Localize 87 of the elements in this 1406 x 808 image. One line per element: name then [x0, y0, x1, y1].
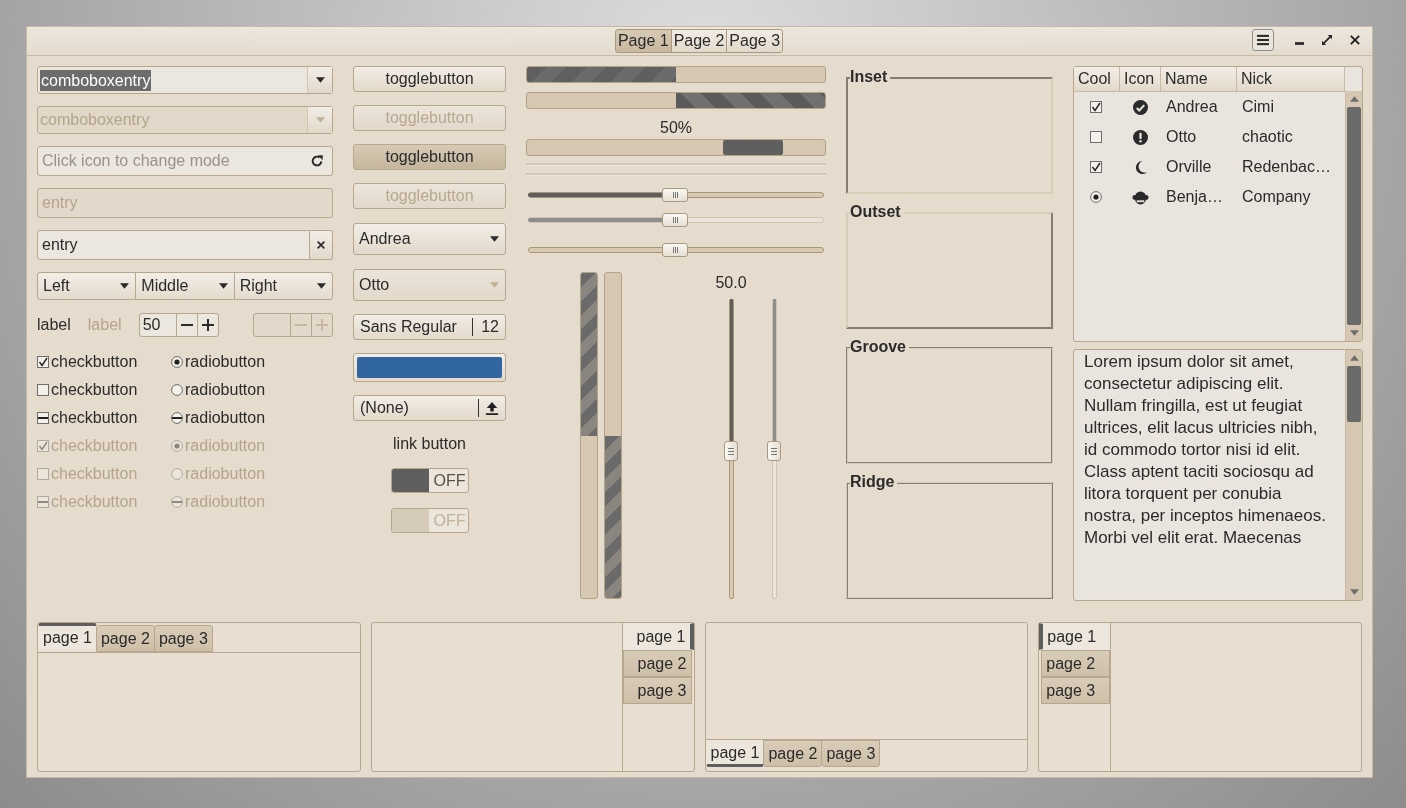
caret-icon: [317, 283, 326, 289]
combo-box[interactable]: Middle: [135, 272, 235, 300]
notebook-tab[interactable]: page 1: [1039, 623, 1111, 650]
caret-icon: [218, 283, 228, 289]
file-chooser-button[interactable]: (None): [353, 395, 506, 421]
combo-box-entry[interactable]: comboboxentry: [37, 66, 333, 94]
table-cell-text: Andrea: [1165, 97, 1219, 117]
label: label: [87, 316, 122, 334]
check-button[interactable]: checkbutton: [37, 348, 171, 376]
spin-button[interactable]: 50: [138, 313, 219, 337]
menu-button[interactable]: [1252, 29, 1274, 51]
stack-tab[interactable]: Page 2: [670, 29, 728, 53]
maximize-icon: [1322, 35, 1332, 45]
plus-icon: [201, 319, 214, 331]
entry-field[interactable]: entry: [37, 230, 310, 260]
arrow-down-icon: [1349, 589, 1359, 595]
arrow-up-icon: [1349, 355, 1359, 361]
scrollbar-thumb[interactable]: [1347, 107, 1361, 325]
notebook-tab[interactable]: page 3: [622, 677, 692, 704]
caret-icon: [315, 117, 325, 123]
combo-box[interactable]: Andrea: [353, 223, 506, 255]
radio-button[interactable]: radiobutton: [171, 348, 305, 376]
notebook-tab[interactable]: page 1: [705, 740, 765, 767]
notebook-tab[interactable]: page 3: [153, 625, 213, 652]
plus-icon: [316, 319, 328, 331]
caret-icon: [315, 77, 325, 83]
table-cell-text: chaotic: [1241, 127, 1294, 147]
scrollbar-thumb[interactable]: [1347, 366, 1361, 422]
radio-button[interactable]: radiobutton: [171, 376, 305, 404]
check-button[interactable]: checkbutton: [37, 376, 171, 404]
link-button[interactable]: link button: [393, 435, 466, 453]
radio-button[interactable]: radiobutton: [171, 404, 305, 432]
slider-thumb[interactable]: [662, 243, 688, 257]
slider-track[interactable]: [528, 243, 824, 257]
paragraph: Lorem ipsum dolor sit amet, consectetur adipiscing elit. Nullam fringilla, est ut feugiat ultrices, elit lacus ultricies nibh, id commodo tortor nisi id elit.: [1084, 351, 1319, 461]
upload-icon: [485, 401, 499, 415]
combo-box[interactable]: Right: [233, 272, 333, 300]
clear-button[interactable]: [310, 230, 333, 260]
combo-box[interactable]: Left: [37, 272, 137, 300]
caret-icon: [490, 236, 499, 242]
slider-thumb[interactable]: [662, 188, 688, 202]
arrow-up-icon: [1349, 96, 1359, 102]
notebook-tab[interactable]: page 2: [95, 625, 155, 652]
slider-track[interactable]: [724, 299, 738, 599]
refresh-icon: [310, 154, 324, 168]
notebook-tab[interactable]: page 2: [622, 650, 692, 677]
toggle-button[interactable]: togglebutton: [353, 144, 506, 170]
arrow-down-icon: [1349, 330, 1359, 336]
label: label: [37, 316, 71, 334]
slider-value: 50.0: [715, 273, 747, 293]
column-header[interactable]: Cool: [1074, 67, 1120, 91]
notebook-tab[interactable]: page 1: [38, 623, 97, 650]
column-header[interactable]: Icon: [1120, 67, 1161, 91]
table-cell-text: Redenbac…: [1241, 157, 1332, 177]
notebook-tab[interactable]: page 3: [1041, 677, 1111, 704]
scrollbar[interactable]: [1345, 91, 1362, 341]
frame-label: Ridge: [850, 472, 898, 492]
font-button[interactable]: Sans Regular 12: [353, 314, 506, 340]
slider-track[interactable]: [528, 188, 824, 202]
table-cell-text: Benja…: [1165, 187, 1224, 207]
paragraph: Class aptent taciti sociosqu ad litora torquent per conubia nostra, per inceptos himenaeos.: [1084, 461, 1327, 527]
minimize-icon: [1294, 41, 1304, 45]
scrollbar[interactable]: [1345, 350, 1362, 600]
notebook-tab[interactable]: page 1: [622, 623, 694, 650]
menu-icon: [1257, 34, 1269, 46]
close-icon: [1350, 35, 1360, 45]
switch[interactable]: OFF: [390, 468, 469, 493]
switch-knob[interactable]: [391, 469, 429, 492]
table-cell-text: Otto: [1165, 127, 1198, 147]
notebook-tab[interactable]: page 2: [763, 740, 823, 767]
column-header[interactable]: Nick: [1237, 67, 1345, 91]
table-cell-text: Cimi: [1241, 97, 1275, 117]
notebook-tab[interactable]: page 2: [1041, 650, 1111, 677]
check-button[interactable]: checkbutton: [37, 404, 171, 432]
stack-tab[interactable]: Page 1: [614, 29, 672, 53]
column-header[interactable]: Name: [1161, 67, 1237, 91]
paragraph: Morbi vel elit erat. Maecenas: [1084, 527, 1303, 549]
toggle-button[interactable]: togglebutton: [353, 66, 506, 92]
progress-text: 50%: [659, 118, 693, 138]
caret-icon: [120, 283, 130, 289]
stack-tab[interactable]: Page 3: [726, 29, 784, 53]
table-cell-text: Company: [1241, 187, 1312, 207]
notebook-tab[interactable]: page 3: [821, 740, 881, 767]
clear-icon: [316, 240, 326, 250]
slider-thumb[interactable]: [724, 441, 738, 461]
caret-icon: [490, 282, 499, 288]
table-cell-text: Orville: [1165, 157, 1213, 177]
